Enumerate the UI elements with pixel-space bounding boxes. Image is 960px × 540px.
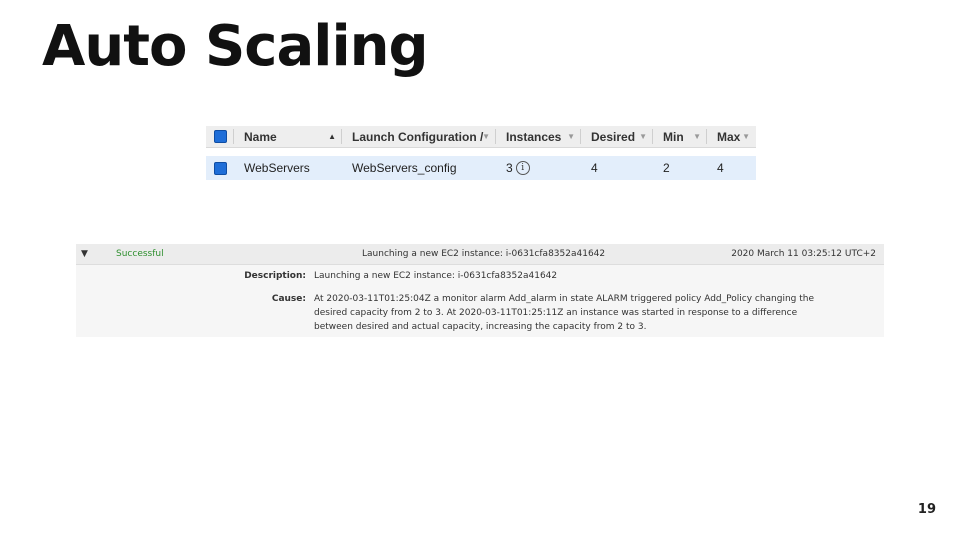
activity-timestamp: 2020 March 11 03:25:12 UTC+2 <box>731 249 876 259</box>
row-select-cell[interactable] <box>206 156 234 180</box>
cell-min: 2 <box>663 161 670 175</box>
instances-count: 3 <box>506 161 513 175</box>
sort-ascending-icon[interactable]: ▲ <box>328 132 336 141</box>
activity-description: Launching a new EC2 instance: i-0631cfa8… <box>362 249 606 259</box>
column-header-instances[interactable]: Instances ▼ <box>496 126 581 147</box>
table-row[interactable]: WebServers WebServers_config 3 i 4 2 4 <box>206 156 756 180</box>
column-header-min[interactable]: Min ▼ <box>653 126 707 147</box>
select-all-cell[interactable] <box>206 126 234 147</box>
row-checkbox[interactable] <box>213 161 227 175</box>
sort-dropdown-icon[interactable]: ▼ <box>639 132 647 141</box>
select-all-checkbox[interactable] <box>213 130 227 143</box>
sort-dropdown-icon[interactable]: ▼ <box>567 132 575 141</box>
cell-desired: 4 <box>591 161 598 175</box>
activity-summary-row[interactable]: ▼ Successful Launching a new EC2 instanc… <box>76 244 884 265</box>
column-header-name[interactable]: Name ▲ <box>234 126 342 147</box>
column-header-min-label: Min <box>663 129 684 144</box>
cell-name[interactable]: WebServers <box>234 156 342 180</box>
activity-history-entry: ▼ Successful Launching a new EC2 instanc… <box>76 244 884 337</box>
status-badge: Successful <box>116 249 164 259</box>
auto-scaling-groups-table: Name ▲ Launch Configuration / ▼ Instance… <box>206 126 756 180</box>
column-header-max-label: Max <box>717 129 741 144</box>
page-number: 19 <box>917 502 936 517</box>
column-header-instances-label: Instances <box>506 129 562 144</box>
table-header: Name ▲ Launch Configuration / ▼ Instance… <box>206 126 756 148</box>
column-header-desired[interactable]: Desired ▼ <box>581 126 653 147</box>
sort-dropdown-icon[interactable]: ▼ <box>742 132 750 141</box>
cell-launch-configuration[interactable]: WebServers_config <box>342 156 496 180</box>
slide-title: Auto Scaling <box>42 14 429 79</box>
cell-instances: 3 i <box>496 156 581 180</box>
column-header-launch-configuration-label: Launch Configuration / <box>352 129 484 144</box>
cell-max: 4 <box>717 161 724 175</box>
column-header-max[interactable]: Max ▼ <box>707 126 756 147</box>
description-label: Description: <box>244 271 306 281</box>
cause-label: Cause: <box>271 294 306 304</box>
sort-dropdown-icon[interactable]: ▼ <box>482 132 490 141</box>
description-value: Launching a new EC2 instance: i-0631cfa8… <box>314 271 558 281</box>
info-icon[interactable]: i <box>515 161 530 175</box>
column-header-launch-configuration[interactable]: Launch Configuration / ▼ <box>342 126 496 147</box>
column-header-name-label: Name <box>244 129 277 144</box>
collapse-toggle-icon[interactable]: ▼ <box>81 249 88 259</box>
column-header-desired-label: Desired <box>591 129 636 144</box>
sort-dropdown-icon[interactable]: ▼ <box>693 132 701 141</box>
cause-value: At 2020-03-11T01:25:04Z a monitor alarm … <box>314 294 815 332</box>
